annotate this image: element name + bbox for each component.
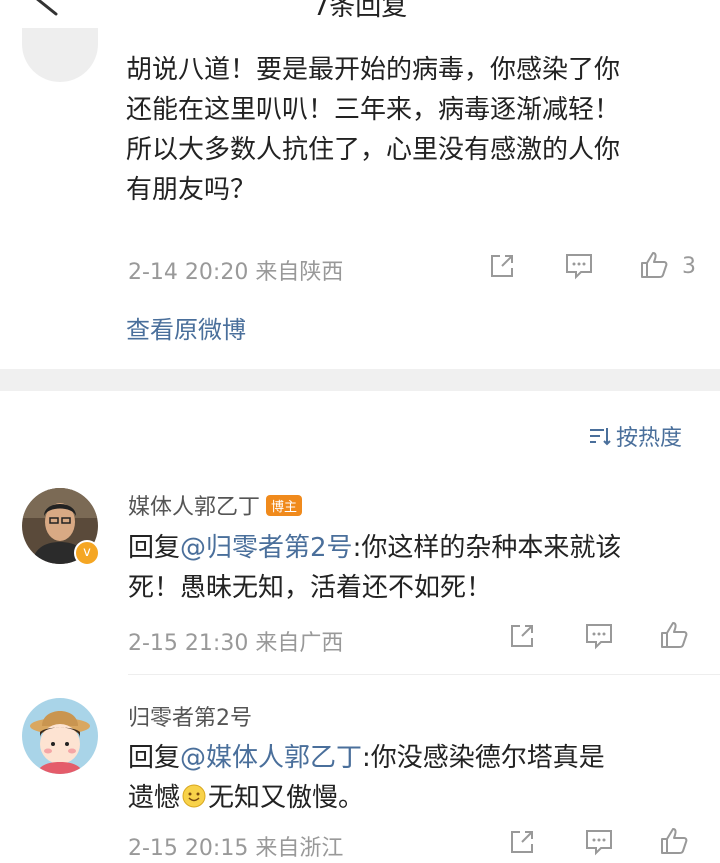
verified-badge-icon: v <box>74 540 100 566</box>
post-text-line: 有朋友吗？ <box>126 175 257 205</box>
like-icon[interactable] <box>658 825 690 857</box>
reply-time: 2-15 20:15 <box>128 836 249 861</box>
share-icon[interactable] <box>488 252 516 280</box>
reply-meta: 2-15 20:15 来自浙江 <box>128 830 343 862</box>
section-divider <box>0 369 720 391</box>
reply-username-text: 媒体人郭乙丁 <box>128 495 261 520</box>
mention-link[interactable]: @媒体人郭乙丁 <box>180 743 362 773</box>
post-text-line: 还能在这里叭叭！三年来，病毒逐渐减轻！ <box>126 95 621 125</box>
blogger-badge: 博主 <box>266 495 303 516</box>
reply-text-line: 回复@归零者第2号:你这样的杂种本来就该 <box>128 528 698 568</box>
reply-text: :你这样的杂种本来就该 <box>352 533 622 563</box>
comment-icon[interactable] <box>584 828 614 856</box>
comment-icon[interactable] <box>564 252 594 280</box>
post-location: 来自陕西 <box>255 260 344 285</box>
row-divider <box>128 674 720 675</box>
post-time: 2-14 20:20 <box>128 260 249 285</box>
avatar[interactable] <box>22 28 98 82</box>
reply-prefix: 回复 <box>128 533 181 563</box>
avatar[interactable] <box>22 698 98 774</box>
top-bar: 7条回复 <box>0 0 720 42</box>
post-meta: 2-14 20:20 来自陕西 <box>128 254 343 286</box>
reply-text-line: 死！愚昧无知，活着还不如死！ <box>128 573 493 603</box>
reply-text-line: 遗憾 无知又傲慢。 <box>128 778 698 821</box>
like-icon[interactable] <box>638 249 670 281</box>
reply-text: 遗憾 <box>128 783 181 813</box>
smile-emoji-icon <box>181 781 207 821</box>
share-icon[interactable] <box>508 622 536 650</box>
mention-link[interactable]: @归零者第2号 <box>180 533 353 563</box>
sort-label: 按热度 <box>616 426 683 451</box>
reply-location: 来自广西 <box>255 631 344 656</box>
view-original-link[interactable]: 查看原微博 <box>126 310 246 345</box>
reply-location: 来自浙江 <box>255 836 344 861</box>
comment-icon[interactable] <box>584 622 614 650</box>
like-icon[interactable] <box>658 619 690 651</box>
reply-time: 2-15 21:30 <box>128 631 249 656</box>
sort-icon <box>588 425 612 447</box>
reply-username[interactable]: 归零者第2号 <box>128 700 252 732</box>
reply-prefix: 回复 <box>128 743 181 773</box>
sort-toggle[interactable]: 按热度 <box>588 420 682 452</box>
page-title: 7条回复 <box>312 0 408 22</box>
like-count: 3 <box>682 254 696 279</box>
post-text-line: 所以大多数人抗住了，心里没有感激的人你 <box>126 135 621 165</box>
reply-text: :你没感染德尔塔真是 <box>362 743 605 773</box>
share-icon[interactable] <box>508 828 536 856</box>
reply-username[interactable]: 媒体人郭乙丁 博主 <box>128 489 303 521</box>
post-text-line: 胡说八道！要是最开始的病毒，你感染了你 <box>126 55 621 85</box>
reply-text: 无知又傲慢。 <box>208 783 365 813</box>
reply-meta: 2-15 21:30 来自广西 <box>128 625 343 657</box>
reply-text-line: 回复@媒体人郭乙丁:你没感染德尔塔真是 <box>128 738 698 778</box>
